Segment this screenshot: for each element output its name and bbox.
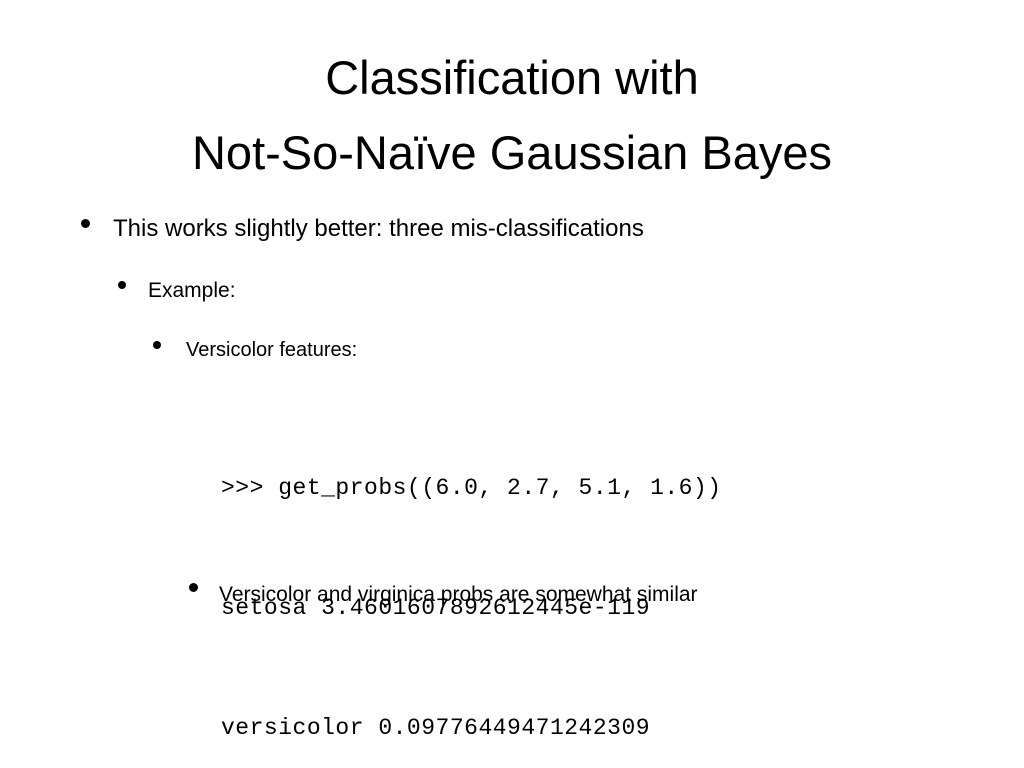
bullet-dot-icon xyxy=(189,583,198,592)
code-line-versicolor: versicolor 0.09776449471242309 xyxy=(221,715,651,741)
slide-canvas: Classification with Not-So-Naïve Gaussia… xyxy=(0,0,1024,768)
bullet-text-level-2: Example: xyxy=(148,279,236,302)
slide-title-line-2: Not-So-Naïve Gaussian Bayes xyxy=(191,126,832,179)
bullet-dot-icon xyxy=(153,341,161,349)
code-line-prompt: >>> get_probs((6.0, 2.7, 5.1, 1.6)) xyxy=(221,475,722,501)
bullet-text-level-3: Versicolor features: xyxy=(186,339,358,361)
bullet-text-level-1: This works slightly better: three mis-cl… xyxy=(113,215,644,242)
bullet-text-level-3-second: Versicolor and virginica probs are somew… xyxy=(219,583,698,606)
bullet-dot-icon xyxy=(118,281,126,289)
bullet-dot-icon xyxy=(81,219,90,228)
slide-title-line-1: Classification with xyxy=(325,51,699,104)
slide-title: Classification with Not-So-Naïve Gaussia… xyxy=(0,40,1024,190)
